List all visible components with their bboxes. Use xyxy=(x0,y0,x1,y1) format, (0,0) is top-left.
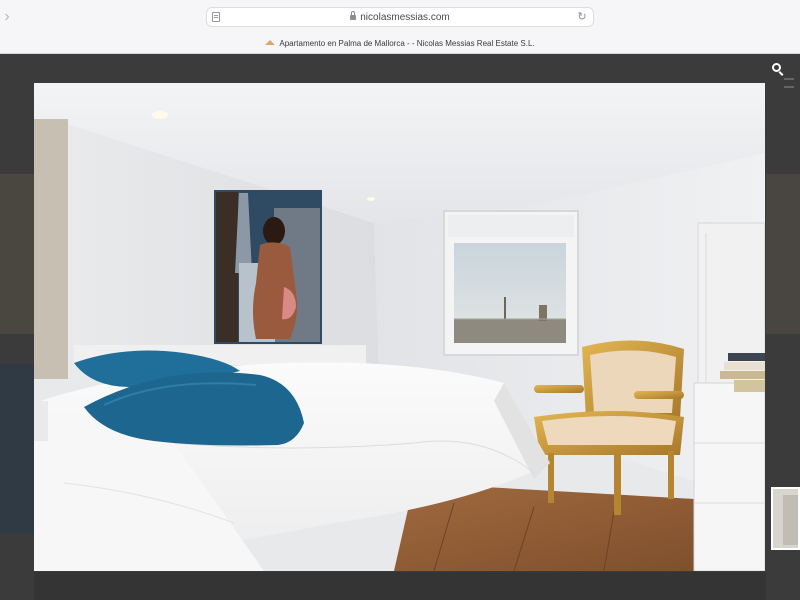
page-image-left-2 xyxy=(0,364,34,534)
page-image-left xyxy=(0,174,34,334)
site-logo xyxy=(2,76,32,90)
browser-toolbar: › nicolasmessias.com ↻ Apartamento en Pa… xyxy=(0,0,800,54)
thumbnail-next-image[interactable] xyxy=(771,487,800,550)
lightbox-photo[interactable] xyxy=(34,83,765,571)
bedroom-photo xyxy=(34,83,765,571)
lock-icon xyxy=(350,11,357,20)
reload-icon[interactable]: ↻ xyxy=(576,10,588,24)
search-button[interactable] xyxy=(762,58,792,80)
tab-title-bar[interactable]: Apartamento en Palma de Mallorca - - Nic… xyxy=(0,36,800,52)
site-favicon-icon xyxy=(265,40,276,45)
page-content-bottom xyxy=(34,572,766,600)
url-text: nicolasmessias.com xyxy=(360,12,450,23)
back-button[interactable]: › xyxy=(0,8,14,26)
address-bar[interactable]: nicolasmessias.com ↻ xyxy=(206,7,594,27)
chevron-left-icon: › xyxy=(4,8,10,25)
page-image-right xyxy=(766,174,800,334)
tab-title: Apartamento en Palma de Mallorca - - Nic… xyxy=(279,39,535,48)
